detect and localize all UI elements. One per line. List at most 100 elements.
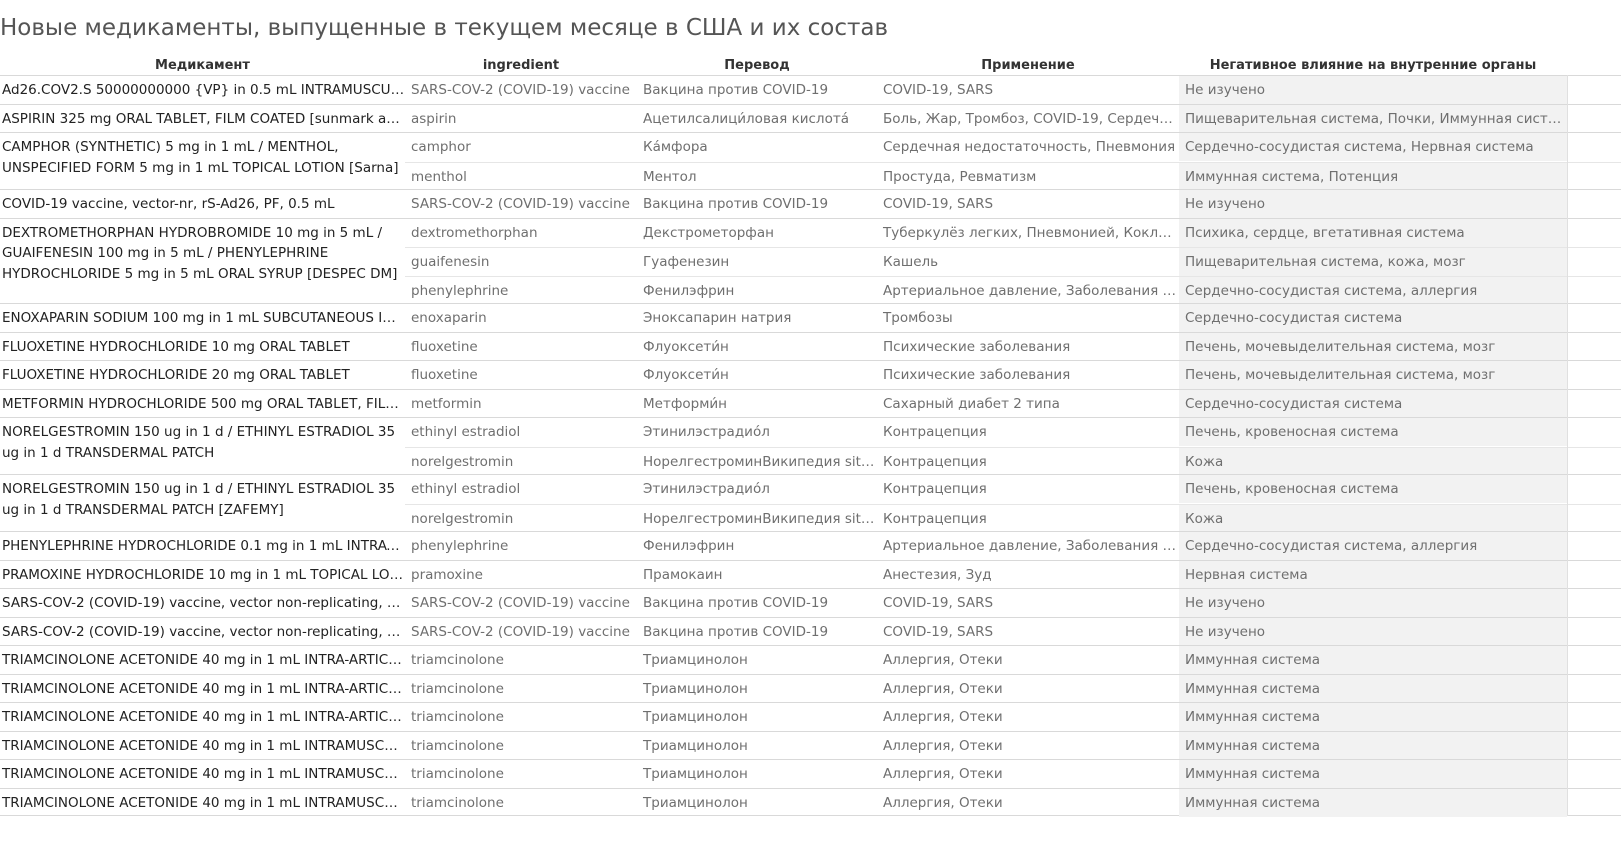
translation-cell[interactable]: Триамцинолон bbox=[637, 760, 877, 788]
medication-cell[interactable]: TRIAMCINOLONE ACETONIDE 40 mg in 1 mL IN… bbox=[0, 703, 405, 728]
organs-cell[interactable]: Иммунная система bbox=[1179, 646, 1567, 674]
column-header-medication[interactable]: Медикамент bbox=[0, 56, 405, 75]
table-row[interactable]: metformin Метформи́н Сахарный диабет 2 тип… bbox=[405, 389, 1621, 419]
usage-cell[interactable]: Аллергия, Отеки bbox=[877, 646, 1179, 674]
translation-cell[interactable]: Триамцинолон bbox=[637, 703, 877, 731]
ingredient-cell[interactable]: norelgestromin bbox=[405, 505, 637, 533]
table-row[interactable]: SARS-COV-2 (COVID-19) vaccine Вакцина про… bbox=[405, 76, 1621, 105]
table-row[interactable]: guaifenesin Гуафенезин Кашель Пищеварительн… bbox=[405, 247, 1621, 276]
organs-cell[interactable]: Сердечно-сосудистая система, Нервная сис… bbox=[1179, 133, 1567, 161]
translation-cell[interactable]: Триамцинолон bbox=[637, 789, 877, 817]
usage-cell[interactable]: Сердечная недостаточность, Пневмония bbox=[877, 133, 1179, 161]
table-row[interactable]: triamcinolone Триамцинолон Аллергия, Отеки… bbox=[405, 646, 1621, 675]
organs-cell[interactable]: Кожа bbox=[1179, 504, 1567, 533]
usage-cell[interactable]: Простуда, Ревматизм bbox=[877, 163, 1179, 191]
table-row[interactable]: SARS-COV-2 (COVID-19) vaccine Вакцина про… bbox=[405, 589, 1621, 618]
ingredient-cell[interactable]: triamcinolone bbox=[405, 789, 637, 817]
translation-cell[interactable]: Флуоксети́н bbox=[637, 361, 877, 389]
translation-cell[interactable]: Ментол bbox=[637, 163, 877, 191]
organs-cell[interactable]: Не изучено bbox=[1179, 76, 1567, 104]
ingredient-cell[interactable]: enoxaparin bbox=[405, 304, 637, 332]
organs-cell[interactable]: Печень, кровеносная система bbox=[1179, 418, 1567, 446]
ingredient-cell[interactable]: camphor bbox=[405, 133, 637, 161]
organs-cell[interactable]: Сердечно-сосудистая система, аллергия bbox=[1179, 532, 1567, 560]
table-row[interactable]: camphor Ка́мфора Сердечная недостаточность… bbox=[405, 133, 1621, 162]
organs-cell[interactable]: Не изучено bbox=[1179, 589, 1567, 617]
translation-cell[interactable]: Триамцинолон bbox=[637, 732, 877, 760]
translation-cell[interactable]: Флуоксети́н bbox=[637, 333, 877, 361]
medication-cell[interactable]: PRAMOXINE HYDROCHLORIDE 10 mg in 1 mL TO… bbox=[0, 561, 405, 586]
table-row[interactable]: SARS-COV-2 (COVID-19) vaccine Вакцина про… bbox=[405, 617, 1621, 647]
translation-cell[interactable]: Метформи́н bbox=[637, 390, 877, 418]
translation-cell[interactable]: Триамцинолон bbox=[637, 646, 877, 674]
table-row[interactable]: SARS-COV-2 (COVID-19) vaccine Вакцина про… bbox=[405, 190, 1621, 219]
column-header-translation[interactable]: Перевод bbox=[637, 56, 877, 75]
ingredient-cell[interactable]: ethinyl estradiol bbox=[405, 418, 637, 446]
ingredient-cell[interactable]: triamcinolone bbox=[405, 646, 637, 674]
translation-cell[interactable]: Ацетилсалици́ловая кислота́ bbox=[637, 105, 877, 133]
translation-cell[interactable]: Вакцина против COVID-19 bbox=[637, 618, 877, 646]
ingredient-cell[interactable]: triamcinolone bbox=[405, 703, 637, 731]
usage-cell[interactable]: Психические заболевания bbox=[877, 361, 1179, 389]
organs-cell[interactable]: Иммунная система bbox=[1179, 703, 1567, 731]
table-row[interactable]: phenylephrine Фенилэфрин Артериальное давл… bbox=[405, 532, 1621, 561]
usage-cell[interactable]: COVID-19, SARS bbox=[877, 76, 1179, 104]
translation-cell[interactable]: Декстрометорфан bbox=[637, 219, 877, 247]
ingredient-cell[interactable]: phenylephrine bbox=[405, 277, 637, 305]
translation-cell[interactable]: Этинилэстрадио́л bbox=[637, 475, 877, 503]
medication-cell[interactable]: CAMPHOR (SYNTHETIC) 5 mg in 1 mL / MENTH… bbox=[0, 133, 405, 178]
ingredient-cell[interactable]: guaifenesin bbox=[405, 248, 637, 276]
translation-cell[interactable]: НорелгестроминВикипедия site:ru.wikipedi… bbox=[637, 505, 877, 533]
table-row[interactable]: norelgestromin НорелгестроминВикипедия si… bbox=[405, 503, 1621, 533]
table-row[interactable]: fluoxetine Флуоксети́н Психические заболев… bbox=[405, 361, 1621, 390]
translation-cell[interactable]: НорелгестроминВикипедия site:ru.wikipedi… bbox=[637, 448, 877, 476]
column-header-organs[interactable]: Негативное влияние на внутренние органы bbox=[1179, 56, 1567, 75]
ingredient-cell[interactable]: ethinyl estradiol bbox=[405, 475, 637, 503]
medication-cell[interactable]: TRIAMCINOLONE ACETONIDE 40 mg in 1 mL IN… bbox=[0, 732, 405, 757]
organs-cell[interactable]: Нервная система bbox=[1179, 560, 1567, 589]
medication-cell[interactable]: TRIAMCINOLONE ACETONIDE 40 mg in 1 mL IN… bbox=[0, 789, 405, 814]
usage-cell[interactable]: Аллергия, Отеки bbox=[877, 789, 1179, 817]
medication-cell[interactable]: TRIAMCINOLONE ACETONIDE 40 mg in 1 mL IN… bbox=[0, 760, 405, 785]
medication-cell[interactable]: NORELGESTROMIN 150 ug in 1 d / ETHINYL E… bbox=[0, 475, 405, 520]
organs-cell[interactable]: Кожа bbox=[1179, 447, 1567, 476]
medication-cell[interactable]: TRIAMCINOLONE ACETONIDE 40 mg in 1 mL IN… bbox=[0, 646, 405, 671]
medication-cell[interactable]: FLUOXETINE HYDROCHLORIDE 20 mg ORAL TABL… bbox=[0, 361, 405, 386]
usage-cell[interactable]: COVID-19, SARS bbox=[877, 190, 1179, 218]
column-header-ingredient[interactable]: ingredient bbox=[405, 56, 637, 75]
usage-cell[interactable]: Контрацепция bbox=[877, 448, 1179, 476]
ingredient-cell[interactable]: pramoxine bbox=[405, 561, 637, 589]
medication-cell[interactable]: DEXTROMETHORPHAN HYDROBROMIDE 10 mg in 5… bbox=[0, 219, 405, 285]
ingredient-cell[interactable]: triamcinolone bbox=[405, 732, 637, 760]
ingredient-cell[interactable]: triamcinolone bbox=[405, 760, 637, 788]
medication-cell[interactable]: COVID-19 vaccine, vector-nr, rS-Ad26, PF… bbox=[0, 190, 405, 215]
organs-cell[interactable]: Иммунная система bbox=[1179, 731, 1567, 760]
table-row[interactable]: pramoxine Прамокаин Анестезия, Зуд Нервная … bbox=[405, 560, 1621, 590]
organs-cell[interactable]: Печень, мочевыделительная система, мозг bbox=[1179, 332, 1567, 361]
organs-cell[interactable]: Пищеварительная система, кожа, мозг bbox=[1179, 248, 1567, 276]
usage-cell[interactable]: Анестезия, Зуд bbox=[877, 561, 1179, 589]
translation-cell[interactable]: Триамцинолон bbox=[637, 675, 877, 703]
ingredient-cell[interactable]: triamcinolone bbox=[405, 675, 637, 703]
translation-cell[interactable]: Фенилэфрин bbox=[637, 532, 877, 560]
medication-cell[interactable]: SARS-COV-2 (COVID-19) vaccine, vector no… bbox=[0, 618, 405, 643]
ingredient-cell[interactable]: aspirin bbox=[405, 105, 637, 133]
organs-cell[interactable]: Пищеварительная система, Почки, Иммунная… bbox=[1179, 104, 1567, 133]
medication-cell[interactable]: TRIAMCINOLONE ACETONIDE 40 mg in 1 mL IN… bbox=[0, 675, 405, 700]
usage-cell[interactable]: Контрацепция bbox=[877, 418, 1179, 446]
ingredient-cell[interactable]: SARS-COV-2 (COVID-19) vaccine bbox=[405, 618, 637, 646]
usage-cell[interactable]: Артериальное давление, Заболевания глаз bbox=[877, 532, 1179, 560]
table-row[interactable]: norelgestromin НорелгестроминВикипедия si… bbox=[405, 446, 1621, 476]
usage-cell[interactable]: Аллергия, Отеки bbox=[877, 760, 1179, 788]
table-row[interactable]: aspirin Ацетилсалици́ловая кислота́ Боль, … bbox=[405, 104, 1621, 134]
usage-cell[interactable]: COVID-19, SARS bbox=[877, 589, 1179, 617]
ingredient-cell[interactable]: fluoxetine bbox=[405, 333, 637, 361]
usage-cell[interactable]: Кашель bbox=[877, 248, 1179, 276]
translation-cell[interactable]: Вакцина против COVID-19 bbox=[637, 76, 877, 104]
organs-cell[interactable]: Не изучено bbox=[1179, 617, 1567, 646]
ingredient-cell[interactable]: phenylephrine bbox=[405, 532, 637, 560]
ingredient-cell[interactable]: SARS-COV-2 (COVID-19) vaccine bbox=[405, 76, 637, 104]
translation-cell[interactable]: Эноксапарин натрия bbox=[637, 304, 877, 332]
ingredient-cell[interactable]: SARS-COV-2 (COVID-19) vaccine bbox=[405, 589, 637, 617]
usage-cell[interactable]: Контрацепция bbox=[877, 475, 1179, 503]
